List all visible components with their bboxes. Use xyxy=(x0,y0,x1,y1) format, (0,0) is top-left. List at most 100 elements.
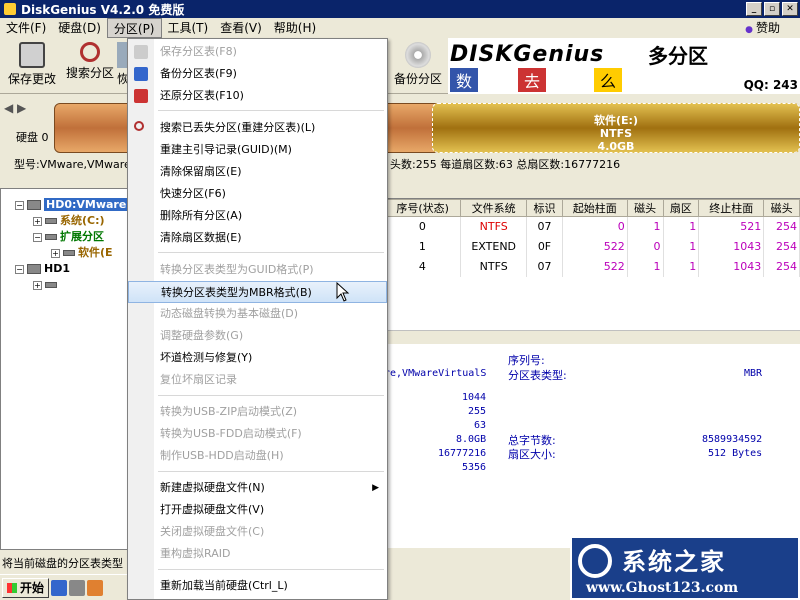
expand-icon[interactable]: + xyxy=(33,280,42,290)
col-id[interactable]: 标识 xyxy=(526,199,563,217)
banner-char-1: 数 xyxy=(450,68,478,92)
menu-disk[interactable]: 硬盘(D) xyxy=(52,18,107,38)
disk-geometry-info: 头数:255 每道扇区数:63 总扇区数:16777216 xyxy=(390,158,621,171)
menu-partition[interactable]: 分区(P) xyxy=(106,18,162,38)
menu-open-virtual-disk[interactable]: 打开虚拟硬盘文件(V) xyxy=(128,499,387,521)
disk-bar: ◀ ▶ 硬盘 0 软件(E:) NTFS 4.0GB xyxy=(0,95,800,157)
partition-icon xyxy=(45,234,57,240)
tree-extended[interactable]: − 扩展分区 xyxy=(33,229,104,245)
menu-delete-all-partitions[interactable]: 删除所有分区(A) xyxy=(128,205,387,227)
col-end-head[interactable]: 磁头 xyxy=(763,199,800,217)
menu-save-partition-table[interactable]: 保存分区表(F8) xyxy=(128,41,387,63)
maximize-button[interactable]: ▫ xyxy=(764,2,780,16)
app-tray-icon[interactable] xyxy=(87,579,104,596)
network-icon[interactable] xyxy=(51,579,68,596)
partition-e-size: 4.0GB xyxy=(597,140,635,153)
start-button[interactable]: 开始 xyxy=(2,577,50,598)
menu-usb-fdd[interactable]: 转换为USB-FDD启动模式(F) xyxy=(128,423,387,445)
menu-separator xyxy=(158,252,384,253)
detail-model: re,VMwareVirtualS xyxy=(384,368,487,379)
disk-icon xyxy=(27,264,41,274)
expand-icon[interactable]: + xyxy=(51,248,60,258)
minimize-button[interactable]: _ xyxy=(746,2,762,16)
partition-e-fs: NTFS xyxy=(599,127,633,140)
menu-adjust-disk-params[interactable]: 调整硬盘参数(G) xyxy=(128,325,387,347)
tree-hd1[interactable]: − HD1 xyxy=(15,261,70,277)
windows-logo-icon xyxy=(7,582,17,593)
col-filesystem[interactable]: 文件系统 xyxy=(460,199,528,217)
menu-backup-partition-table[interactable]: 备份分区表(F9) xyxy=(128,63,387,85)
watermark-emblem-icon xyxy=(578,544,612,578)
menu-restore-partition-table[interactable]: 还原分区表(F10) xyxy=(128,85,387,107)
disk-label: 硬盘 0 xyxy=(16,131,49,144)
close-button[interactable]: ✕ xyxy=(782,2,798,16)
search-partition-button[interactable]: 搜索分区 xyxy=(62,42,118,92)
collapse-icon[interactable]: − xyxy=(33,232,42,242)
menu-convert-to-guid[interactable]: 转换分区表类型为GUID格式(P) xyxy=(128,259,387,281)
partition-table-area: 序号(状态) 文件系统 标识 起始柱面 磁头 扇区 终止柱面 磁头 0 NTFS… xyxy=(383,198,800,346)
menu-usb-zip[interactable]: 转换为USB-ZIP启动模式(Z) xyxy=(128,401,387,423)
disk-icon xyxy=(27,200,41,210)
col-start-cyl[interactable]: 起始柱面 xyxy=(561,199,628,217)
tree-partition-c[interactable]: + 系统(C:) xyxy=(33,213,105,229)
submenu-arrow-icon: ▶ xyxy=(372,483,379,493)
table-horizontal-scrollbar[interactable] xyxy=(384,330,800,344)
menu-quick-partition[interactable]: 快速分区(F6) xyxy=(128,183,387,205)
menu-rebuild-virtual-raid[interactable]: 重构虚拟RAID xyxy=(128,543,387,565)
menu-bar: 文件(F) 硬盘(D) 分区(P) 工具(T) 查看(V) 帮助(H) 赞助 xyxy=(0,18,800,38)
menu-search-lost-partitions[interactable]: 搜索已丢失分区(重建分区表)(L) xyxy=(128,117,387,139)
table-row[interactable]: 0 NTFS 07 0 1 1 521 254 xyxy=(384,216,800,237)
menu-rebuild-mbr[interactable]: 重建主引导记录(GUID)(M) xyxy=(128,139,387,161)
tree-hd1-partition[interactable]: + xyxy=(33,277,60,293)
backup-partition-button[interactable]: 备份分区 xyxy=(390,42,446,92)
menu-close-virtual-disk[interactable]: 关闭虚拟硬盘文件(C) xyxy=(128,521,387,543)
save-changes-button[interactable]: 保存更改 xyxy=(4,42,60,92)
menu-help[interactable]: 帮助(H) xyxy=(268,18,322,38)
ad-banner[interactable]: DISKGenius 多分区 数 去 么 QQ: 243 xyxy=(448,38,800,94)
tree-hd0[interactable]: − HD0:VMware, xyxy=(15,197,133,213)
partition-e-block[interactable]: 软件(E:) NTFS 4.0GB xyxy=(432,103,800,153)
detail-capacity: 8.0GB xyxy=(456,434,487,445)
save-icon xyxy=(134,45,148,59)
menu-tools[interactable]: 工具(T) xyxy=(162,18,215,38)
menu-bad-sector-check[interactable]: 坏道检测与修复(Y) xyxy=(128,347,387,369)
menu-separator xyxy=(158,110,384,111)
partition-icon xyxy=(45,282,57,288)
detail-pt-type: MBR xyxy=(744,368,763,379)
sponsor-link[interactable]: 赞助 xyxy=(745,18,780,40)
banner-char-3: 么 xyxy=(594,68,622,92)
partition-context-menu: 保存分区表(F8) 备份分区表(F9) 还原分区表(F10) 搜索已丢失分区(重… xyxy=(127,38,388,600)
menu-new-virtual-disk[interactable]: 新建虚拟硬盘文件(N) ▶ xyxy=(128,477,387,499)
collapse-icon[interactable]: − xyxy=(15,200,24,210)
collapse-icon[interactable]: − xyxy=(15,264,24,274)
magnifier-icon xyxy=(134,121,144,131)
menu-dynamic-to-basic[interactable]: 动态磁盘转换为基本磁盘(D) xyxy=(128,303,387,325)
banner-char-2: 去 xyxy=(518,68,546,92)
menu-file[interactable]: 文件(F) xyxy=(0,18,52,38)
disk-info-line: 型号:VMware,VMwareV 头数:255 每道扇区数:63 总扇区数:1… xyxy=(0,157,800,175)
menu-clear-reserved-sectors[interactable]: 清除保留扇区(E) xyxy=(128,161,387,183)
table-row[interactable]: 1 EXTEND 0F 522 0 1 1043 254 xyxy=(384,236,800,257)
menu-reset-bad-sector-record[interactable]: 复位坏扇区记录 xyxy=(128,369,387,391)
menu-view[interactable]: 查看(V) xyxy=(214,18,268,38)
title-bar: DiskGenius V4.2.0 免费版 _ ▫ ✕ xyxy=(0,0,800,18)
detail-sector-size-label: 扇区大小: xyxy=(508,448,556,461)
printer-icon[interactable] xyxy=(69,579,86,596)
col-head[interactable]: 磁头 xyxy=(626,199,664,217)
menu-clear-sector-data[interactable]: 清除扇区数据(E) xyxy=(128,227,387,249)
detail-extra: 5356 xyxy=(462,462,487,473)
banner-slogan: 多分区 xyxy=(648,44,708,68)
col-end-cyl[interactable]: 终止柱面 xyxy=(698,199,765,217)
disk-model-info: 型号:VMware,VMwareV xyxy=(14,158,139,171)
tree-partition-e[interactable]: + 软件(E xyxy=(51,245,113,261)
detail-sector-size: 512 Bytes xyxy=(708,448,763,459)
menu-reload-disk[interactable]: 重新加载当前硬盘(Ctrl_L) xyxy=(128,575,387,597)
col-sector[interactable]: 扇区 xyxy=(662,199,700,217)
save-icon xyxy=(19,42,45,68)
table-row[interactable]: 4 NTFS 07 522 1 1 1043 254 xyxy=(384,256,800,277)
menu-usb-hdd[interactable]: 制作USB-HDD启动盘(H) xyxy=(128,445,387,467)
col-index[interactable]: 序号(状态) xyxy=(383,199,462,217)
expand-icon[interactable]: + xyxy=(33,216,42,226)
disk-nav-arrows[interactable]: ◀ ▶ xyxy=(4,101,26,115)
restore-icon xyxy=(134,89,148,103)
